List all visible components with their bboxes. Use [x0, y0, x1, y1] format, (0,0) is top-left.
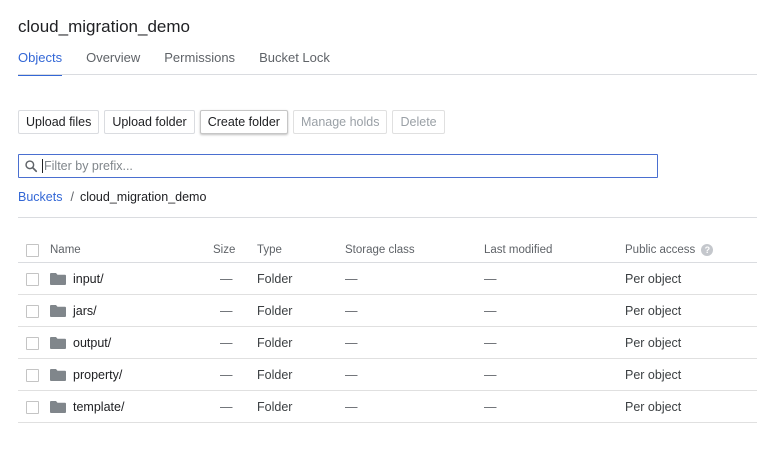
type-cell: Folder	[257, 390, 345, 423]
row-checkbox[interactable]	[26, 336, 39, 350]
name-cell: output/	[50, 326, 213, 359]
name-cell: template/	[50, 390, 213, 423]
col-public-access-label: Public access	[625, 244, 696, 257]
col-storage-class[interactable]: Storage class	[345, 238, 484, 263]
delete-button[interactable]: Delete	[392, 110, 445, 134]
type-cell: Folder	[257, 294, 345, 327]
folder-name-link[interactable]: input/	[73, 272, 104, 286]
tab-objects[interactable]: Objects	[18, 50, 63, 76]
type-cell: Folder	[257, 262, 345, 295]
tab-bucket-lock[interactable]: Bucket Lock	[259, 50, 330, 74]
storage-class-cell: —	[345, 262, 484, 295]
name-cell: property/	[50, 358, 213, 391]
folder-icon	[50, 369, 66, 382]
table-row[interactable]: input/ — Folder — — Per object	[18, 262, 757, 295]
help-icon[interactable]: ?	[701, 243, 714, 256]
table-row[interactable]: jars/ — Folder — — Per object	[18, 294, 757, 327]
size-cell: —	[213, 390, 257, 423]
size-cell: —	[213, 262, 257, 295]
col-last-modified[interactable]: Last modified	[484, 238, 625, 263]
select-all-checkbox[interactable]	[26, 243, 39, 257]
upload-folder-button[interactable]: Upload folder	[104, 110, 195, 134]
storage-class-cell: —	[345, 390, 484, 423]
folder-icon	[50, 337, 66, 350]
folder-name-link[interactable]: jars/	[73, 304, 97, 318]
folder-name-link[interactable]: property/	[73, 368, 122, 382]
last-modified-cell: —	[484, 294, 625, 327]
folder-icon	[50, 305, 66, 318]
col-type[interactable]: Type	[257, 238, 345, 263]
breadcrumb-current: cloud_migration_demo	[79, 190, 207, 204]
col-public-access[interactable]: Public access?	[625, 238, 757, 263]
search-icon	[25, 160, 38, 173]
public-access-cell: Per object	[625, 326, 757, 359]
size-cell: —	[213, 294, 257, 327]
tab-permissions[interactable]: Permissions	[164, 50, 235, 74]
bucket-title: cloud_migration_demo	[18, 17, 190, 36]
public-access-cell: Per object	[625, 262, 757, 295]
row-checkbox[interactable]	[26, 368, 39, 382]
storage-class-cell: —	[345, 326, 484, 359]
name-cell: jars/	[50, 294, 213, 327]
name-cell: input/	[50, 262, 213, 295]
breadcrumb-buckets-link[interactable]: Buckets	[18, 190, 62, 204]
row-checkbox[interactable]	[26, 400, 39, 414]
size-cell: —	[213, 326, 257, 359]
size-cell: —	[213, 358, 257, 391]
text-caret	[42, 159, 43, 173]
last-modified-cell: —	[484, 326, 625, 359]
public-access-cell: Per object	[625, 294, 757, 327]
public-access-cell: Per object	[625, 358, 757, 391]
last-modified-cell: —	[484, 390, 625, 423]
row-checkbox[interactable]	[26, 272, 39, 286]
table-header-row: Name Size Type Storage class Last modifi…	[18, 238, 757, 263]
tab-overview[interactable]: Overview	[86, 50, 140, 74]
last-modified-cell: —	[484, 358, 625, 391]
public-access-cell: Per object	[625, 390, 757, 423]
type-cell: Folder	[257, 358, 345, 391]
breadcrumb-separator: /	[70, 190, 74, 204]
objects-table: Name Size Type Storage class Last modifi…	[18, 238, 757, 423]
breadcrumb-divider	[18, 217, 757, 218]
row-checkbox[interactable]	[26, 304, 39, 318]
storage-class-cell: —	[345, 358, 484, 391]
type-cell: Folder	[257, 326, 345, 359]
storage-class-cell: —	[345, 294, 484, 327]
tabs-divider	[18, 74, 757, 75]
manage-holds-button[interactable]: Manage holds	[292, 110, 388, 134]
toolbar: Upload files Upload folder Create folder…	[18, 110, 450, 134]
breadcrumb: Buckets / cloud_migration_demo	[18, 190, 206, 204]
table-row[interactable]: property/ — Folder — — Per object	[18, 358, 757, 391]
col-size[interactable]: Size	[213, 238, 257, 263]
create-folder-button[interactable]: Create folder	[199, 110, 288, 134]
folder-name-link[interactable]: output/	[73, 336, 111, 350]
filter-box[interactable]	[18, 154, 658, 178]
table-row[interactable]: output/ — Folder — — Per object	[18, 326, 757, 359]
last-modified-cell: —	[484, 262, 625, 295]
filter-input[interactable]	[44, 159, 644, 173]
folder-icon	[50, 273, 66, 286]
folder-icon	[50, 401, 66, 414]
tab-bar: Objects Overview Permissions Bucket Lock	[18, 50, 354, 76]
col-name[interactable]: Name	[50, 238, 213, 263]
table-row[interactable]: template/ — Folder — — Per object	[18, 390, 757, 423]
folder-name-link[interactable]: template/	[73, 400, 124, 414]
upload-files-button[interactable]: Upload files	[18, 110, 100, 134]
